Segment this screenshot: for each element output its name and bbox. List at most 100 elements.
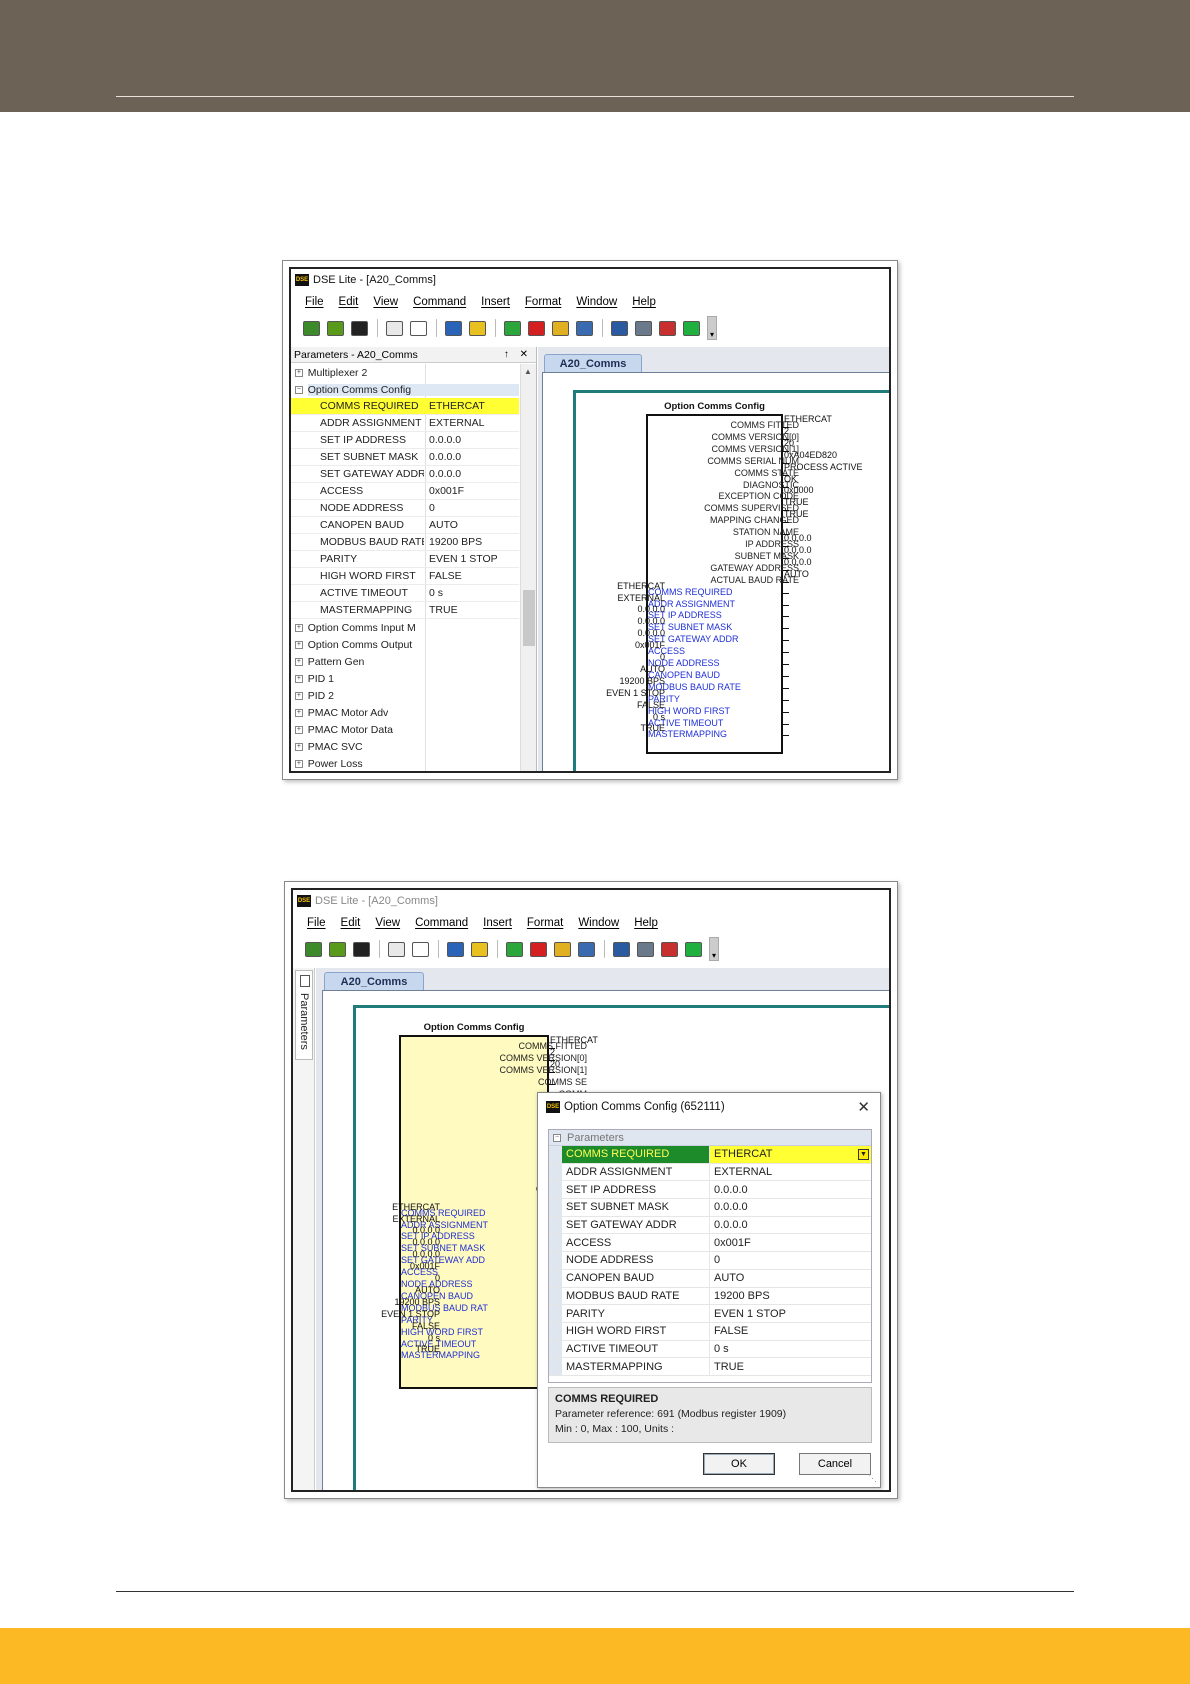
property-row[interactable]: COMMS REQUIRED ETHERCAT ▼ bbox=[549, 1146, 871, 1164]
menu-item[interactable]: Window bbox=[576, 296, 617, 308]
save-icon[interactable] bbox=[353, 941, 370, 957]
tree-param-row[interactable]: CANOPEN BAUD AUTO bbox=[291, 517, 519, 534]
close-icon[interactable]: ✕ bbox=[857, 1098, 870, 1116]
tree-param-row[interactable]: PARITY EVEN 1 STOP bbox=[291, 551, 519, 568]
dropdown-arrow-icon[interactable]: ▼ bbox=[858, 1149, 869, 1160]
block-yellow-icon[interactable] bbox=[552, 320, 569, 336]
property-row[interactable]: MODBUS BAUD RATE 19200 BPS bbox=[549, 1287, 871, 1306]
scroll-up-icon[interactable]: ▲ bbox=[524, 367, 532, 376]
flag-icon[interactable] bbox=[661, 941, 678, 957]
menu-item[interactable]: Insert bbox=[481, 296, 510, 308]
property-row[interactable]: MASTERMAPPING TRUE bbox=[549, 1358, 871, 1376]
tree-group-pmac-motor-data[interactable]: + PMAC Motor Data bbox=[291, 721, 519, 738]
expand-icon[interactable]: + bbox=[295, 708, 303, 717]
monitor-icon[interactable] bbox=[685, 941, 702, 957]
expand-icon[interactable]: + bbox=[295, 623, 303, 632]
open-icon[interactable] bbox=[305, 941, 322, 957]
property-row[interactable]: NODE ADDRESS 0 bbox=[549, 1252, 871, 1270]
tree-param-row[interactable]: SET IP ADDRESS 0.0.0.0 bbox=[291, 432, 519, 449]
expand-icon[interactable]: + bbox=[295, 674, 303, 683]
tree-param-row[interactable]: ADDR ASSIGNMENT EXTERNAL bbox=[291, 415, 519, 432]
text-icon[interactable] bbox=[388, 941, 405, 957]
parameters-side-tab[interactable]: Parameters bbox=[295, 970, 313, 1060]
menu-item[interactable]: Insert bbox=[483, 917, 512, 929]
expand-icon[interactable]: + bbox=[295, 657, 303, 666]
property-row[interactable]: PARITY EVEN 1 STOP bbox=[549, 1305, 871, 1323]
property-value[interactable]: 0x001F bbox=[710, 1234, 871, 1251]
property-value[interactable]: 19200 BPS bbox=[710, 1288, 871, 1305]
tree-scrollbar[interactable]: ▲ bbox=[520, 364, 536, 771]
text-icon[interactable] bbox=[386, 320, 403, 336]
property-row[interactable]: CANOPEN BAUD AUTO bbox=[549, 1269, 871, 1288]
tree-param-row[interactable]: ACTIVE TIMEOUT 0 s bbox=[291, 585, 519, 602]
search-icon[interactable] bbox=[410, 320, 427, 336]
comment-icon[interactable] bbox=[469, 320, 486, 336]
property-value[interactable]: FALSE bbox=[710, 1323, 871, 1340]
property-section-header[interactable]: − Parameters bbox=[549, 1130, 871, 1146]
zoom-fit-icon[interactable] bbox=[611, 320, 628, 336]
menu-item[interactable]: Edit bbox=[341, 917, 361, 929]
flag-icon[interactable] bbox=[659, 320, 676, 336]
load-icon[interactable] bbox=[329, 941, 346, 957]
property-row[interactable]: SET IP ADDRESS 0.0.0.0 bbox=[549, 1181, 871, 1200]
menu-item[interactable]: Help bbox=[632, 296, 656, 308]
block-green-icon[interactable] bbox=[504, 320, 521, 336]
tree-group-option-comms-output[interactable]: + Option Comms Output bbox=[291, 636, 519, 653]
block-grid-icon[interactable] bbox=[576, 320, 593, 336]
toolbar-overflow-icon[interactable]: ▾ bbox=[707, 316, 717, 340]
menu-item[interactable]: File bbox=[305, 296, 324, 308]
expand-icon[interactable]: + bbox=[295, 691, 303, 700]
property-value[interactable]: 0.0.0.0 bbox=[710, 1199, 871, 1216]
expand-icon[interactable]: + bbox=[295, 640, 303, 649]
tree-param-row[interactable]: MASTERMAPPING TRUE bbox=[291, 602, 519, 619]
property-row[interactable]: SET GATEWAY ADDR 0.0.0.0 bbox=[549, 1216, 871, 1235]
expand-icon[interactable]: + bbox=[295, 725, 303, 734]
expand-icon[interactable]: + bbox=[295, 368, 303, 377]
property-value[interactable]: 0.0.0.0 bbox=[710, 1181, 871, 1198]
property-value[interactable]: TRUE bbox=[710, 1358, 871, 1375]
table-icon[interactable] bbox=[637, 941, 654, 957]
collapse-icon[interactable]: − bbox=[553, 1133, 561, 1142]
tab-a20-comms[interactable]: A20_Comms bbox=[324, 972, 424, 990]
block-yellow-icon[interactable] bbox=[554, 941, 571, 957]
menu-item[interactable]: View bbox=[373, 296, 398, 308]
expand-icon[interactable]: + bbox=[295, 742, 303, 751]
cancel-button[interactable]: Cancel bbox=[799, 1453, 871, 1475]
menu-item[interactable]: View bbox=[375, 917, 400, 929]
property-value[interactable]: ETHERCAT ▼ bbox=[710, 1146, 871, 1163]
property-value[interactable]: 0 s bbox=[710, 1341, 871, 1358]
tree-group-pmac-motor-adv[interactable]: + PMAC Motor Adv bbox=[291, 704, 519, 721]
monitor-icon[interactable] bbox=[683, 320, 700, 336]
table-icon[interactable] bbox=[635, 320, 652, 336]
menu-item[interactable]: Help bbox=[634, 917, 658, 929]
open-icon[interactable] bbox=[303, 320, 320, 336]
block-red-icon[interactable] bbox=[528, 320, 545, 336]
save-icon[interactable] bbox=[351, 320, 368, 336]
menu-item[interactable]: Edit bbox=[339, 296, 359, 308]
tree-param-row[interactable]: MODBUS BAUD RATE 19200 BPS bbox=[291, 534, 519, 551]
scroll-thumb[interactable] bbox=[523, 590, 535, 646]
property-value[interactable]: EXTERNAL bbox=[710, 1164, 871, 1181]
tree-group-pid-2[interactable]: + PID 2 bbox=[291, 687, 519, 704]
collapse-icon[interactable]: − bbox=[295, 385, 303, 394]
expand-icon[interactable]: + bbox=[295, 759, 303, 768]
block-grid-icon[interactable] bbox=[578, 941, 595, 957]
tab-a20-comms[interactable]: A20_Comms bbox=[544, 354, 642, 372]
ok-button[interactable]: OK bbox=[703, 1453, 775, 1475]
tree-group-option-comms-config[interactable]: − Option Comms Config bbox=[291, 381, 519, 398]
tree-group-option-comms-input-m[interactable]: + Option Comms Input M bbox=[291, 619, 519, 636]
tree-group-pattern-gen[interactable]: + Pattern Gen bbox=[291, 653, 519, 670]
resize-grip-icon[interactable]: ⋱ bbox=[868, 1473, 877, 1484]
tree-param-row[interactable]: SET GATEWAY ADDR 0.0.0.0 bbox=[291, 466, 519, 483]
tree-param-row[interactable]: HIGH WORD FIRST FALSE bbox=[291, 568, 519, 585]
property-value[interactable]: 0 bbox=[710, 1252, 871, 1269]
load-icon[interactable] bbox=[327, 320, 344, 336]
tree-group-pid-1[interactable]: + PID 1 bbox=[291, 670, 519, 687]
search-icon[interactable] bbox=[412, 941, 429, 957]
menu-item[interactable]: Command bbox=[415, 917, 468, 929]
toolbar-overflow-icon[interactable]: ▾ bbox=[709, 937, 719, 961]
menu-item[interactable]: Window bbox=[578, 917, 619, 929]
block-blue-icon[interactable] bbox=[445, 320, 462, 336]
menu-item[interactable]: Command bbox=[413, 296, 466, 308]
zoom-fit-icon[interactable] bbox=[613, 941, 630, 957]
